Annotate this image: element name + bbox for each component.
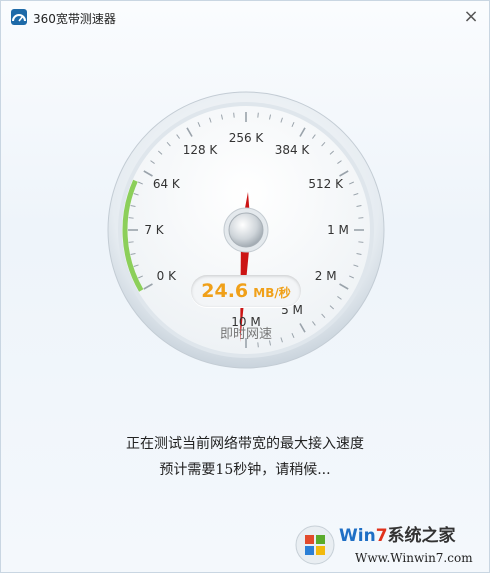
window-title: 360宽带测速器 (33, 12, 116, 26)
status-message: 正在测试当前网络带宽的最大接入速度 (126, 436, 364, 452)
watermark-url: Www.Winwin7.com (355, 551, 473, 565)
windows-logo-icon (295, 525, 335, 565)
scale-label: 2 M (314, 269, 337, 283)
minor-tick (128, 241, 134, 243)
scale-label: 1 M (327, 223, 349, 237)
minor-tick (233, 112, 235, 118)
watermark-title-num: 7 (375, 526, 388, 546)
needle-hub (228, 212, 264, 248)
scale-label: 0 K (156, 269, 176, 283)
scale-label: 384 K (274, 143, 310, 158)
app-logo-icon (11, 9, 27, 25)
gauge-caption: 即时网速 (219, 327, 272, 342)
minor-tick (358, 217, 364, 219)
watermark-title-prefix: W (339, 526, 358, 546)
watermark-title-in: in (357, 526, 376, 546)
speed-value: 24.6 (201, 280, 249, 302)
watermark-title-suffix: 系统之家 (387, 526, 456, 546)
scale-label: 512 K (308, 177, 343, 191)
title-bar[interactable]: 360宽带测速器 × (1, 1, 489, 33)
speed-unit: MB/秒 (253, 286, 291, 300)
minor-tick (128, 217, 134, 219)
minor-tick (257, 342, 259, 348)
scale-label: 7 K (144, 223, 164, 237)
close-button[interactable]: × (461, 7, 481, 27)
minor-tick (358, 241, 364, 243)
scale-label: 256 K (228, 131, 264, 145)
status-eta: 预计需要15秒钟，请稍候... (159, 462, 331, 478)
watermark-title: Win7系统之家 (339, 521, 456, 546)
scale-label: 128 K (182, 143, 218, 158)
speed-gauge: 0 K7 K 64 K 128 K 256 K 384 K 512 K1 M2 M5 M1… (107, 85, 385, 375)
watermark: Win7系统之家 Www.Winwin7.com (291, 521, 489, 573)
scale-label: 64 K (152, 177, 180, 191)
speed-readout: 24.6 MB/秒 (191, 275, 301, 307)
speed-test-window: 360宽带测速器 × 0 K 7 K 64 K 128 K 256 K 384 … (0, 0, 490, 573)
minor-tick (257, 112, 259, 118)
